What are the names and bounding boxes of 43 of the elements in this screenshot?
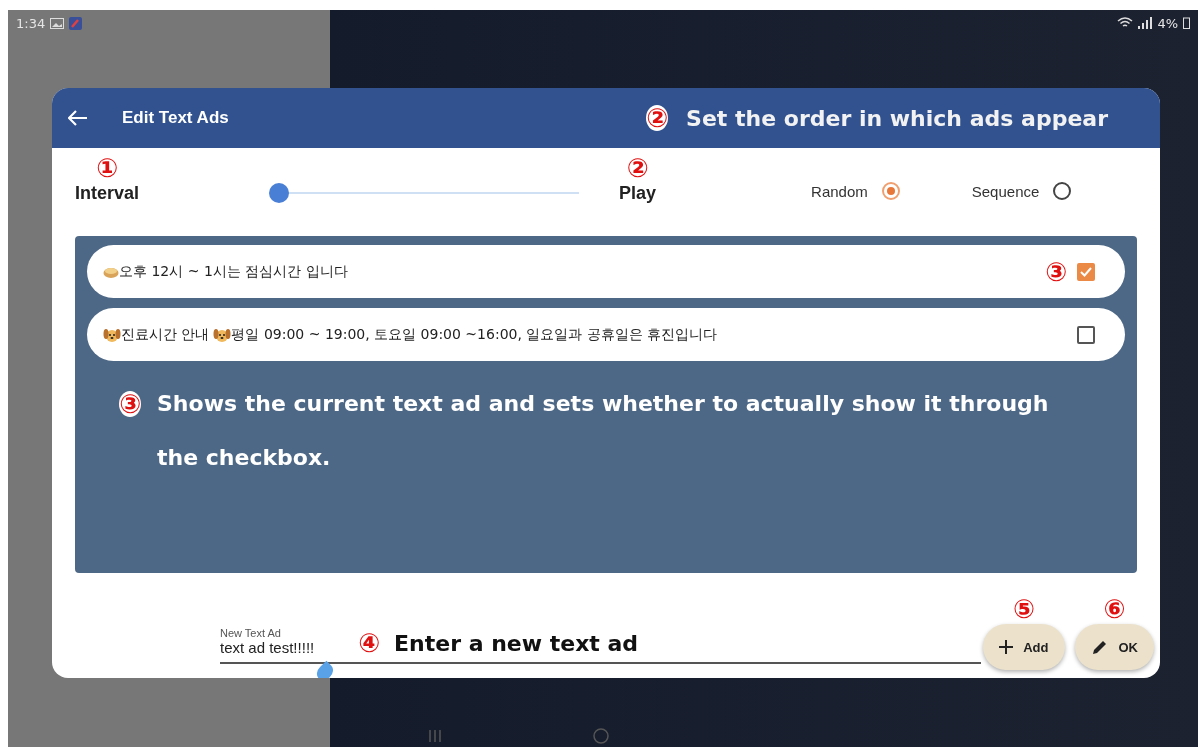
plus-icon xyxy=(999,640,1014,654)
ad-checkbox[interactable] xyxy=(1077,262,1095,281)
annotation-text: Enter a new text ad xyxy=(394,631,639,656)
annotation-number: ③ xyxy=(1045,258,1067,285)
ad-checkbox[interactable] xyxy=(1077,325,1095,344)
annotation-number: ① xyxy=(96,155,118,181)
ad-text: 평일 09:00 ~ 19:00, 토요일 09:00 ~16:00, 일요일과 공휴일은 휴진입니다 xyxy=(231,325,718,344)
ok-button[interactable]: OK xyxy=(1074,624,1154,670)
radio-option[interactable]: Sequence xyxy=(971,182,1072,200)
dialog-title: Edit Text Ads xyxy=(122,108,229,128)
battery-percent: 4% xyxy=(1157,15,1178,31)
interval-label: Interval xyxy=(75,183,140,204)
back-arrow-icon[interactable] xyxy=(68,110,88,126)
annotation-number: ④ xyxy=(358,630,380,656)
annotation-number: ③ xyxy=(119,391,141,417)
pencil-icon xyxy=(1090,638,1109,656)
dog-face-icon xyxy=(213,326,232,343)
annotation-number: ⑤ xyxy=(1012,596,1035,622)
annotation-number: ② xyxy=(626,155,649,181)
app-notification-icon xyxy=(69,16,83,30)
wifi-icon xyxy=(1117,17,1134,29)
image-icon xyxy=(50,17,65,29)
ad-text: 진료시간 안내 xyxy=(121,325,210,344)
annotation-text: Shows the current text ad and sets whether to actually show it through the checkbox. xyxy=(157,390,1049,472)
status-time: 1:34 xyxy=(16,15,46,31)
signal-icon xyxy=(1138,17,1153,29)
home-icon[interactable] xyxy=(592,727,610,745)
annotation-number: ⑥ xyxy=(1103,596,1126,622)
radio-button[interactable] xyxy=(1053,182,1072,200)
annotation-text: Set the order in which ads appear xyxy=(686,105,1108,131)
ad-row[interactable]: 오후 12시 ~ 1시는 점심시간 입니다 ③ xyxy=(87,245,1125,298)
play-label: Play xyxy=(619,183,657,204)
radio-option[interactable]: Random xyxy=(811,182,900,200)
ad-row[interactable]: 진료시간 안내 평일 09:00 ~ 19:00, 토요일 09:00 ~16:00, 일요일과 공휴일은 휴진입니다 xyxy=(87,308,1125,361)
ad-text: 오후 12시 ~ 1시는 점심시간 입니다 xyxy=(119,262,348,281)
slider-thumb[interactable] xyxy=(269,183,290,203)
field-label: New Text Ad xyxy=(220,627,282,639)
add-button[interactable]: Add xyxy=(983,624,1065,670)
battery-icon xyxy=(1183,17,1190,29)
radio-button[interactable] xyxy=(881,182,900,200)
new-text-ad-field[interactable]: text ad test!!!!! xyxy=(220,639,344,656)
dog-face-icon xyxy=(103,326,121,343)
annotation-number: ② xyxy=(646,105,669,131)
